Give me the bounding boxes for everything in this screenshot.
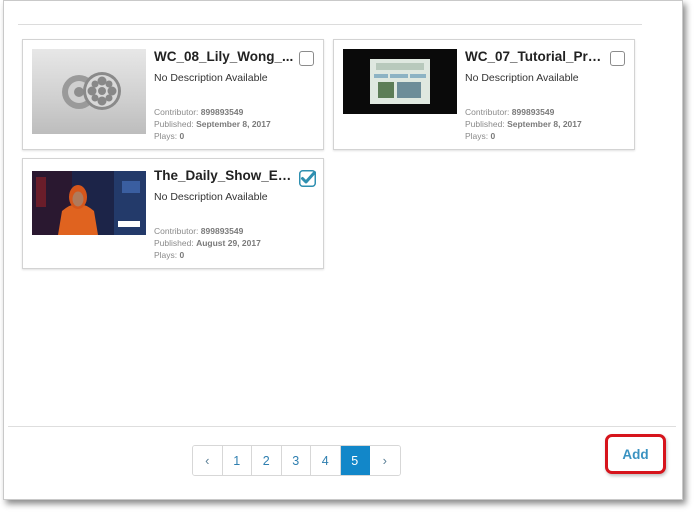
media-plays: Plays: 0 [154,131,185,141]
select-checkbox[interactable] [299,51,314,66]
footer-divider [8,426,676,427]
media-published: Published: September 8, 2017 [154,119,271,129]
film-reel-icon [62,72,121,110]
media-thumbnail[interactable] [343,49,457,114]
media-title[interactable]: WC_07_Tutorial_Pro... [465,49,605,64]
checkmark-icon [299,170,316,187]
page-button[interactable]: 1 [222,446,252,475]
add-button-label: Add [622,446,649,462]
media-selection-dialog: WC_08_Lily_Wong_... No Description Avail… [3,0,683,500]
top-divider [18,24,642,25]
media-published: Published: August 29, 2017 [154,238,261,248]
media-card[interactable]: WC_07_Tutorial_Pro... No Description Ava… [333,39,635,150]
pagination: ‹ 1 2 3 4 5 › [192,445,401,476]
media-contributor: Contributor: 899893549 [154,107,244,117]
media-description: No Description Available [465,72,579,84]
slide-video-thumbnail [370,59,430,104]
media-thumbnail[interactable] [32,49,146,134]
media-title[interactable]: WC_08_Lily_Wong_... [154,49,294,64]
next-page-button[interactable]: › [370,446,400,475]
media-contributor: Contributor: 899893549 [154,226,244,236]
media-published: Published: September 8, 2017 [465,119,582,129]
add-button[interactable]: Add [605,434,666,474]
page-button-active[interactable]: 5 [340,446,370,475]
media-thumbnail[interactable] [32,171,146,235]
media-description: No Description Available [154,191,268,203]
page-button[interactable]: 3 [281,446,311,475]
media-plays: Plays: 0 [154,250,185,260]
media-contributor: Contributor: 899893549 [465,107,555,117]
media-card[interactable]: WC_08_Lily_Wong_... No Description Avail… [22,39,324,150]
select-checkbox-checked[interactable] [299,170,316,187]
previous-page-button[interactable]: ‹ [193,446,223,475]
page-button[interactable]: 2 [252,446,282,475]
page-button[interactable]: 4 [311,446,341,475]
media-plays: Plays: 0 [465,131,496,141]
select-checkbox[interactable] [610,51,625,66]
media-title[interactable]: The_Daily_Show_Ex... [154,168,294,183]
news-show-thumbnail [32,171,146,235]
media-card[interactable]: The_Daily_Show_Ex... No Description Avai… [22,158,324,269]
media-description: No Description Available [154,72,268,84]
